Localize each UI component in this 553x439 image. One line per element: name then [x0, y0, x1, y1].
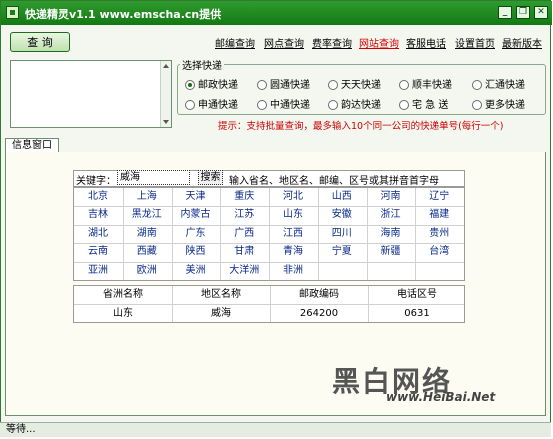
region-link[interactable]: 山西: [318, 188, 366, 205]
column-header: 邮政编码: [299, 289, 339, 300]
region-link[interactable]: 河北: [269, 188, 317, 205]
region-link[interactable]: 广西: [220, 225, 268, 242]
tab-strip: [5, 138, 546, 153]
radio-yunda[interactable]: 韵达快递: [328, 96, 381, 111]
watermark: 黑白网络 www.HeiBai.Net: [332, 360, 502, 405]
radio-sto[interactable]: 申通快递: [185, 96, 238, 111]
radio-ttk[interactable]: 天天快递: [328, 76, 381, 91]
region-link[interactable]: 山东: [269, 206, 317, 223]
close-icon[interactable]: ✕: [534, 6, 548, 19]
scrollbar[interactable]: [160, 61, 171, 127]
region-link[interactable]: 台湾: [415, 243, 463, 260]
region-link[interactable]: 福建: [415, 206, 463, 223]
radio-icon: [472, 100, 482, 110]
link-service-phone[interactable]: 客服电话: [406, 35, 446, 50]
region-link[interactable]: 江苏: [220, 206, 268, 223]
radio-zto[interactable]: 中通快递: [257, 96, 310, 111]
region-link[interactable]: 重庆: [220, 188, 268, 205]
region-link[interactable]: 新疆: [367, 243, 415, 260]
keyword-input[interactable]: 威海: [117, 170, 190, 185]
region-link[interactable]: 河南: [367, 188, 415, 205]
region-link[interactable]: 江西: [269, 225, 317, 242]
link-latest-version[interactable]: 最新版本: [502, 35, 542, 50]
radio-icon: [399, 80, 409, 90]
region-link[interactable]: 西藏: [123, 243, 171, 260]
result-area-code: 0631: [404, 308, 430, 319]
region-link[interactable]: 非洲: [269, 262, 317, 279]
title-bar[interactable]: 快递精灵v1.1 www.emscha.cn提供 _ ❐ ✕: [1, 1, 552, 25]
region-link[interactable]: 海南: [367, 225, 415, 242]
region-link[interactable]: 辽宁: [415, 188, 463, 205]
query-button[interactable]: 查 询: [10, 32, 70, 52]
link-outlet-query[interactable]: 网点查询: [264, 35, 304, 50]
region-link[interactable]: 大洋洲: [220, 262, 268, 279]
region-link[interactable]: 欧洲: [123, 262, 171, 279]
region-link[interactable]: 美洲: [172, 262, 220, 279]
region-grid: 北京 上海 天津 重庆 河北 山西 河南 辽宁吉林 黑龙江 内蒙古 江苏 山东 安徽 浙江 福建湖北 湖南 广东…: [73, 187, 465, 281]
region-link[interactable]: 浙江: [367, 206, 415, 223]
radio-icon: [257, 100, 267, 110]
region-link[interactable]: 四川: [318, 225, 366, 242]
tracking-number-input[interactable]: [10, 60, 172, 128]
result-region: 威海: [211, 308, 231, 319]
radio-icon: [328, 100, 338, 110]
region-link[interactable]: 湖南: [123, 225, 171, 242]
radio-icon: [472, 80, 482, 90]
restore-icon[interactable]: ❐: [516, 6, 530, 19]
scroll-up-icon[interactable]: [163, 64, 169, 68]
link-postcode-query[interactable]: 邮编查询: [215, 35, 255, 50]
region-link[interactable]: 广东: [172, 225, 220, 242]
window-title: 快递精灵v1.1 www.emscha.cn提供: [25, 8, 222, 21]
keyword-label: 关键字：: [76, 176, 116, 187]
keyword-tip: 输入省名、地区名、邮编、区号或其拼音首字母: [229, 176, 439, 187]
region-link[interactable]: 陕西: [172, 243, 220, 260]
region-link[interactable]: 内蒙古: [172, 206, 220, 223]
region-link[interactable]: 贵州: [415, 225, 463, 242]
link-website-query[interactable]: 网站查询: [359, 35, 399, 50]
express-group-label: 选择快递: [180, 57, 224, 72]
region-link[interactable]: 天津: [172, 188, 220, 205]
region-link[interactable]: 湖北: [74, 225, 122, 242]
region-link[interactable]: 上海: [123, 188, 171, 205]
region-link[interactable]: 宁夏: [318, 243, 366, 260]
radio-icon: [185, 100, 195, 110]
column-header: 省洲名称: [103, 289, 143, 300]
search-button[interactable]: 搜索: [198, 170, 223, 185]
region-link[interactable]: 吉林: [74, 206, 122, 223]
app-icon: [6, 6, 19, 19]
region-link[interactable]: 青海: [269, 243, 317, 260]
scroll-down-icon[interactable]: [163, 120, 169, 124]
region-link[interactable]: 黑龙江: [123, 206, 171, 223]
radio-sf[interactable]: 顺丰快递: [399, 76, 452, 91]
radio-ems[interactable]: 邮政快递: [185, 76, 238, 91]
result-postcode: 264200: [299, 308, 339, 319]
minimize-icon[interactable]: _: [498, 6, 512, 19]
column-header: 电话区号: [397, 289, 437, 300]
region-link[interactable]: 亚洲: [74, 262, 122, 279]
column-header: 地区名称: [201, 289, 241, 300]
link-rate-query[interactable]: 费率查询: [312, 35, 352, 50]
radio-zjs[interactable]: 宅 急 送: [399, 96, 448, 111]
region-link[interactable]: 安徽: [318, 206, 366, 223]
result-table: 省洲名称 地区名称 邮政编码 电话区号 山东 威海 264200 0631: [73, 285, 465, 323]
region-link[interactable]: 甘肃: [220, 243, 268, 260]
radio-icon: [399, 100, 409, 110]
region-link[interactable]: 云南: [74, 243, 122, 260]
batch-query-hint: 提示：支持批量查询，最多输入10个同一公司的快递单号(每行一个): [218, 121, 504, 132]
radio-selected-icon: [185, 80, 195, 90]
link-set-homepage[interactable]: 设置首页: [455, 35, 495, 50]
region-link[interactable]: 北京: [74, 188, 122, 205]
radio-more[interactable]: 更多快递: [472, 96, 525, 111]
status-bar: 等待...: [0, 422, 551, 437]
radio-icon: [328, 80, 338, 90]
result-province: 山东: [113, 308, 133, 319]
watermark-url: www.HeiBai.Net: [386, 390, 496, 404]
radio-yto[interactable]: 圆通快递: [257, 76, 310, 91]
tab-info-window[interactable]: 信息窗口: [5, 138, 59, 153]
radio-htky[interactable]: 汇通快递: [472, 76, 525, 91]
radio-icon: [257, 80, 267, 90]
